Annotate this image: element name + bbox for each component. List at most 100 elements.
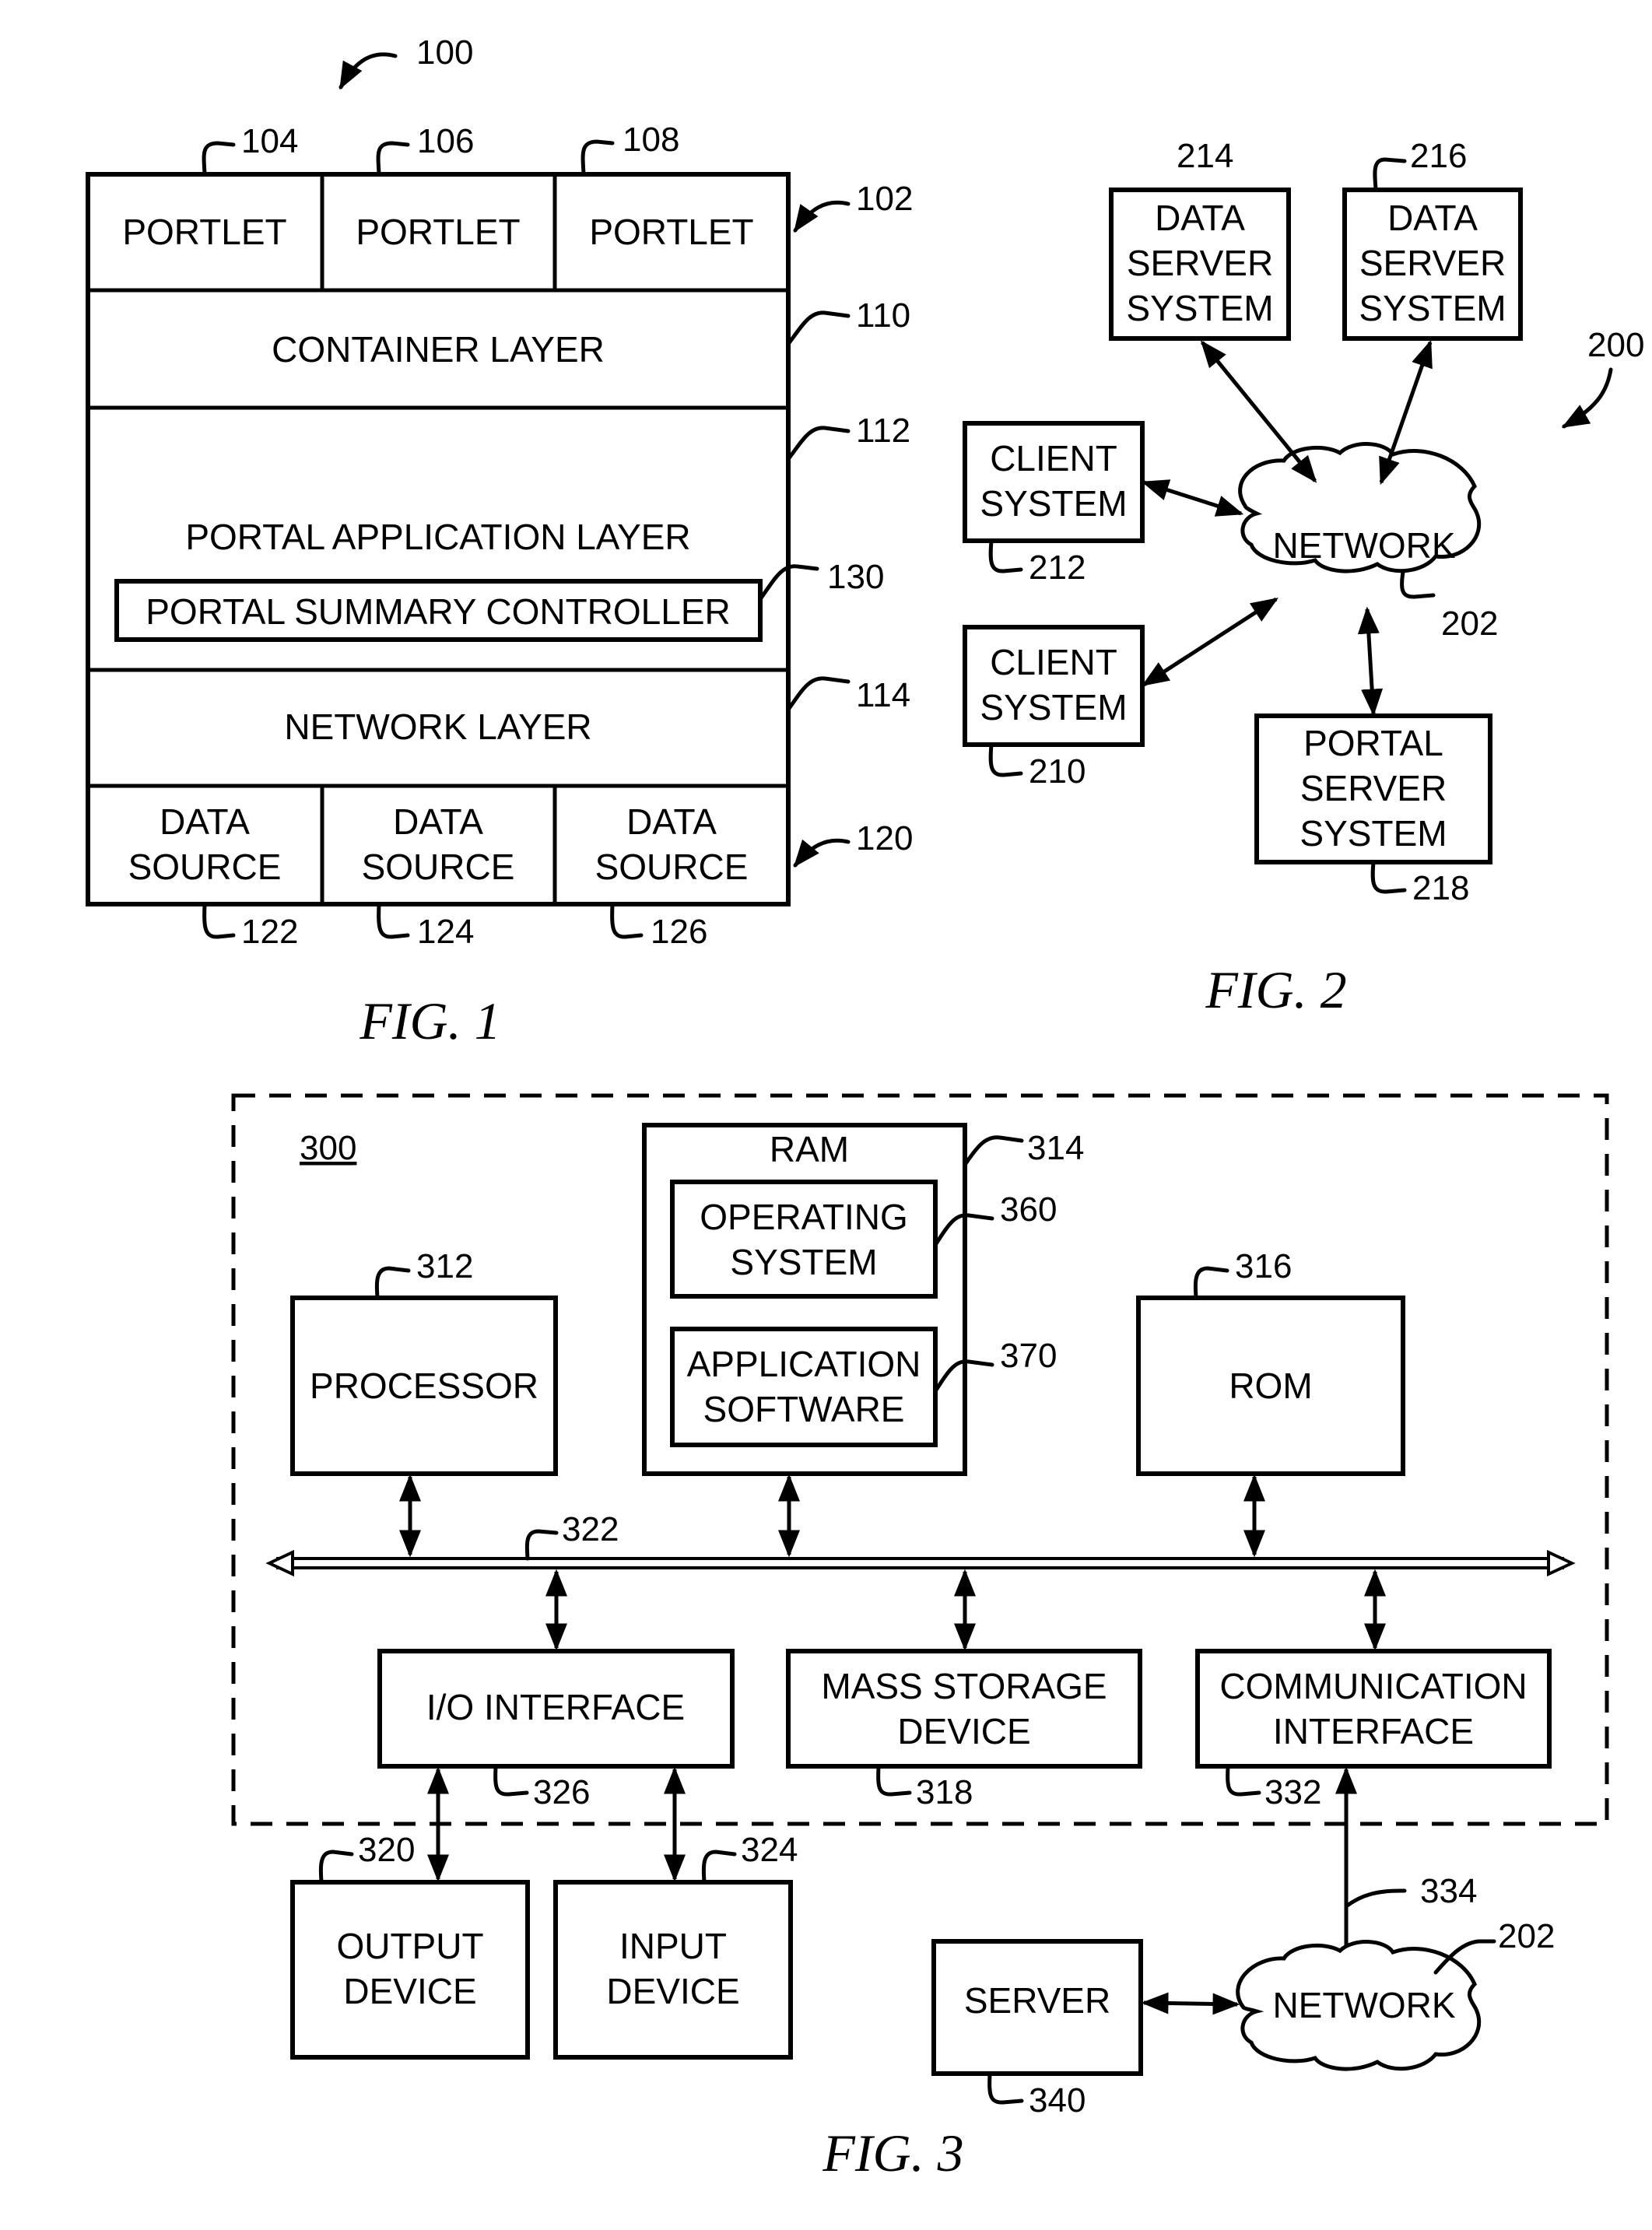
ref-212: 212 bbox=[1029, 549, 1086, 587]
svg-text:DATA: DATA bbox=[626, 801, 717, 842]
rom-316: ROM 316 bbox=[1136, 1247, 1405, 1476]
svg-text:CLIENT: CLIENT bbox=[990, 642, 1117, 682]
svg-text:INPUT: INPUT bbox=[619, 1926, 727, 1966]
ref-218: 218 bbox=[1412, 869, 1469, 907]
svg-text:PORTLET: PORTLET bbox=[589, 212, 753, 252]
ref-332: 332 bbox=[1264, 1773, 1321, 1811]
ref-326: 326 bbox=[533, 1773, 590, 1811]
ref-104: 104 bbox=[241, 122, 298, 160]
ref-122: 122 bbox=[241, 913, 298, 951]
ref-320: 320 bbox=[358, 1831, 415, 1869]
ref-324: 324 bbox=[741, 1831, 798, 1869]
ref-120: 120 bbox=[856, 819, 913, 857]
svg-text:SYSTEM: SYSTEM bbox=[980, 687, 1127, 728]
ref-100: 100 bbox=[416, 33, 473, 72]
container-layer: CONTAINER LAYER bbox=[272, 329, 605, 370]
svg-text:PORTLET: PORTLET bbox=[122, 212, 286, 252]
ref-106: 106 bbox=[417, 122, 474, 160]
connector-server-network bbox=[1141, 1992, 1240, 2015]
ref-210: 210 bbox=[1029, 752, 1086, 791]
ref-334: 334 bbox=[1420, 1872, 1477, 1910]
svg-text:OUTPUT: OUTPUT bbox=[336, 1926, 483, 1966]
svg-text:DATA: DATA bbox=[1387, 198, 1478, 238]
ref-314: 314 bbox=[1027, 1129, 1084, 1167]
svg-text:SERVER: SERVER bbox=[964, 1980, 1110, 2021]
portal-application-layer: PORTAL APPLICATION LAYER bbox=[185, 517, 690, 557]
mass-storage-device-318: MASS STORAGE DEVICE 318 bbox=[786, 1649, 1142, 1811]
connector-portal-network bbox=[1357, 606, 1384, 717]
svg-text:SYSTEM: SYSTEM bbox=[1126, 288, 1273, 328]
ref-318: 318 bbox=[916, 1773, 973, 1811]
output-device-320: OUTPUT DEVICE 320 bbox=[290, 1831, 530, 2060]
ref-316: 316 bbox=[1235, 1247, 1292, 1285]
svg-text:SERVER: SERVER bbox=[1300, 768, 1447, 808]
fig-3-caption: FIG. 3 bbox=[822, 2123, 963, 2183]
ref-108: 108 bbox=[623, 121, 679, 159]
ref-110: 110 bbox=[856, 296, 910, 335]
svg-text:PORTLET: PORTLET bbox=[356, 212, 520, 252]
input-device-324: INPUT DEVICE 324 bbox=[553, 1831, 798, 2060]
ref-300: 300 bbox=[300, 1129, 356, 1167]
svg-text:DATA: DATA bbox=[160, 801, 250, 842]
svg-text:SYSTEM: SYSTEM bbox=[1359, 288, 1506, 328]
ref-370: 370 bbox=[1000, 1337, 1057, 1375]
portal-server-system-218: PORTAL SERVER SYSTEM 218 bbox=[1254, 714, 1492, 907]
ref-322: 322 bbox=[562, 1510, 619, 1548]
ref-112: 112 bbox=[856, 412, 910, 450]
system-bus-322: 322 bbox=[265, 1510, 1576, 1577]
svg-text:NETWORK: NETWORK bbox=[1272, 1985, 1455, 2025]
ref-216: 216 bbox=[1410, 137, 1467, 175]
communication-interface-332: COMMUNICATION INTERFACE 332 bbox=[1195, 1649, 1552, 1811]
svg-text:SOURCE: SOURCE bbox=[362, 847, 515, 887]
svg-text:DATA: DATA bbox=[393, 801, 483, 842]
ref-102-arrow-icon bbox=[793, 200, 851, 233]
svg-text:DATA: DATA bbox=[1155, 198, 1245, 238]
ref-200-arrow-icon bbox=[1561, 367, 1613, 429]
bus-arrow-left-icon bbox=[265, 1549, 294, 1577]
svg-text:SERVER: SERVER bbox=[1127, 243, 1273, 283]
application-software-370: APPLICATION SOFTWARE 370 bbox=[670, 1327, 1057, 1447]
svg-text:PORTAL: PORTAL bbox=[1303, 723, 1443, 763]
figure-1: 100 PORTLET 104 PORTLET 106 PORTLET 108 … bbox=[86, 33, 913, 1050]
ref-312: 312 bbox=[416, 1247, 473, 1285]
data-server-system-214: 214 DATA SERVER SYSTEM bbox=[1109, 137, 1291, 341]
svg-text:ROM: ROM bbox=[1229, 1366, 1312, 1406]
svg-text:SOURCE: SOURCE bbox=[595, 847, 749, 887]
svg-text:DEVICE: DEVICE bbox=[897, 1711, 1030, 1751]
svg-text:PORTAL SUMMARY CONTROLLER: PORTAL SUMMARY CONTROLLER bbox=[146, 591, 731, 632]
svg-text:MASS STORAGE: MASS STORAGE bbox=[821, 1666, 1107, 1706]
server-340: SERVER 340 bbox=[931, 1939, 1143, 2120]
client-system-210: CLIENT SYSTEM 210 bbox=[963, 625, 1145, 791]
svg-text:SOFTWARE: SOFTWARE bbox=[703, 1389, 905, 1429]
svg-text:DEVICE: DEVICE bbox=[343, 1971, 476, 2011]
operating-system-360: OPERATING SYSTEM 360 bbox=[670, 1180, 1057, 1299]
ref-214: 214 bbox=[1177, 137, 1233, 175]
svg-text:CLIENT: CLIENT bbox=[990, 438, 1117, 479]
ref-114: 114 bbox=[856, 676, 910, 714]
connector-client212-network bbox=[1141, 479, 1244, 517]
ref-360: 360 bbox=[1000, 1190, 1057, 1229]
ref-202-fig3: 202 bbox=[1498, 1917, 1555, 1955]
processor-312: PROCESSOR 312 bbox=[290, 1247, 558, 1476]
ref-120-arrow-icon bbox=[793, 838, 851, 868]
ram-314: RAM 314 OPERATING SYSTEM 360 APPLICATION… bbox=[642, 1123, 1084, 1476]
svg-text:NETWORK: NETWORK bbox=[1272, 525, 1455, 566]
svg-text:APPLICATION: APPLICATION bbox=[687, 1344, 921, 1384]
svg-text:PROCESSOR: PROCESSOR bbox=[310, 1366, 538, 1406]
svg-text:SYSTEM: SYSTEM bbox=[1300, 813, 1447, 854]
ref-130: 130 bbox=[827, 558, 884, 596]
connector-ds214-network bbox=[1200, 340, 1317, 483]
ref-202: 202 bbox=[1441, 605, 1498, 643]
svg-text:SYSTEM: SYSTEM bbox=[980, 483, 1127, 524]
ref-124: 124 bbox=[417, 913, 474, 951]
patent-drawing-sheet: 100 PORTLET 104 PORTLET 106 PORTLET 108 … bbox=[86, 33, 1644, 2183]
figure-3: 300 RAM 314 OPERATING SYSTEM 360 APPLICA… bbox=[231, 1093, 1609, 2183]
svg-text:SOURCE: SOURCE bbox=[128, 847, 282, 887]
figure-2: 200 214 DATA SERVER SYSTEM 216 DATA SERV… bbox=[963, 137, 1644, 1019]
svg-text:SERVER: SERVER bbox=[1359, 243, 1506, 283]
svg-text:COMMUNICATION: COMMUNICATION bbox=[1219, 1666, 1527, 1706]
network-layer: NETWORK LAYER bbox=[284, 707, 591, 747]
io-interface-326: I/O INTERFACE 326 bbox=[377, 1649, 735, 1811]
svg-text:I/O INTERFACE: I/O INTERFACE bbox=[426, 1687, 685, 1727]
svg-text:SYSTEM: SYSTEM bbox=[730, 1242, 877, 1282]
